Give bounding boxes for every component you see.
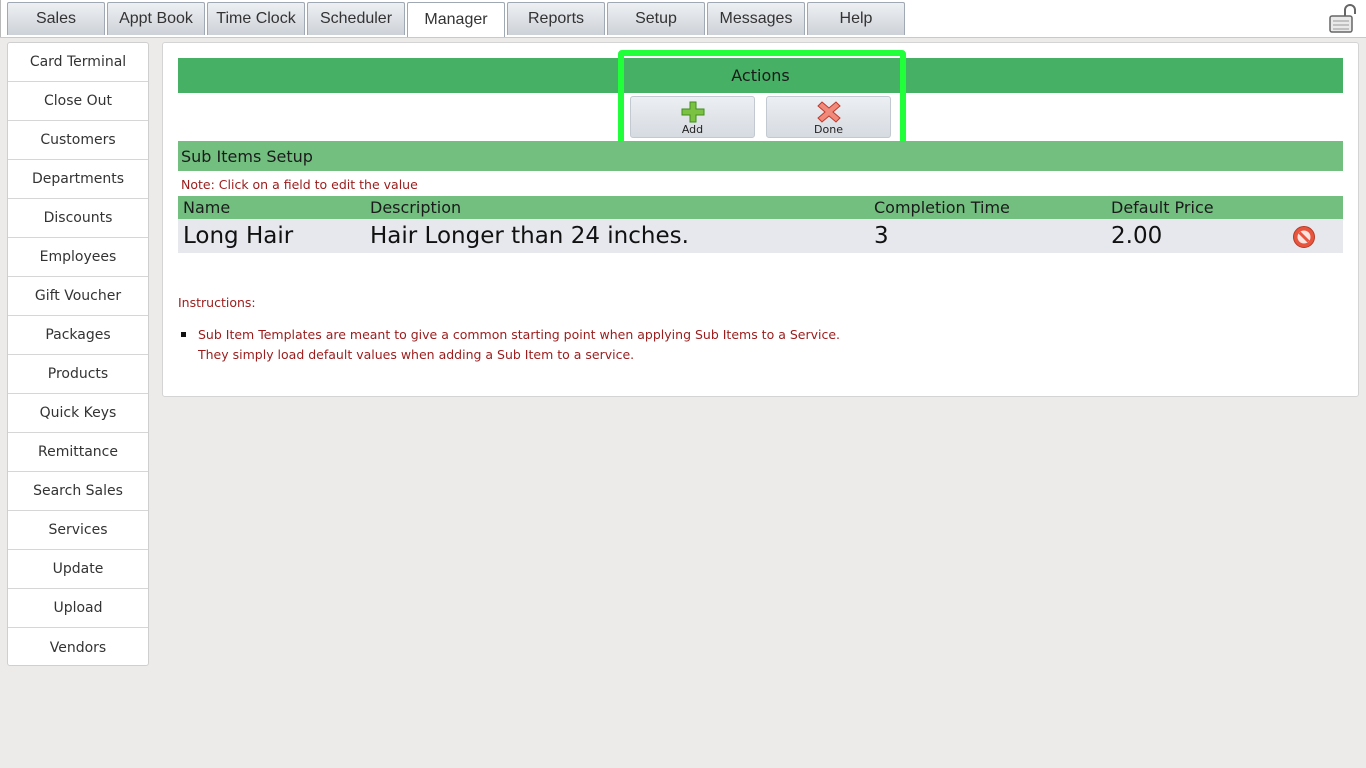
instructions-line-2: They simply load default values when add… — [198, 347, 635, 362]
manager-sidebar: Card Terminal Close Out Customers Depart… — [7, 42, 149, 666]
cell-name[interactable]: Long Hair — [183, 219, 293, 253]
sidebar-item-upload[interactable]: Upload — [8, 589, 148, 628]
header-completion-time: Completion Time — [874, 198, 1010, 217]
edit-note: Note: Click on a field to edit the value — [181, 177, 418, 192]
instructions-line-1: Sub Item Templates are meant to give a c… — [198, 327, 841, 342]
cell-default-price[interactable]: 2.00 — [1111, 219, 1162, 253]
instructions-list: Sub Item Templates are meant to give a c… — [181, 325, 840, 365]
done-button[interactable]: Done — [766, 96, 891, 138]
top-nav-bar: Sales Appt Book Time Clock Scheduler Man… — [0, 0, 1366, 38]
sidebar-item-discounts[interactable]: Discounts — [8, 199, 148, 238]
sidebar-item-quick-keys[interactable]: Quick Keys — [8, 394, 148, 433]
delete-icon[interactable] — [1292, 225, 1316, 249]
header-name: Name — [183, 198, 231, 217]
sidebar-item-close-out[interactable]: Close Out — [8, 82, 148, 121]
tab-sales[interactable]: Sales — [7, 2, 105, 35]
table-header: Name Description Completion Time Default… — [178, 196, 1343, 219]
sidebar-item-packages[interactable]: Packages — [8, 316, 148, 355]
sidebar-item-search-sales[interactable]: Search Sales — [8, 472, 148, 511]
sidebar-item-departments[interactable]: Departments — [8, 160, 148, 199]
unlock-icon[interactable] — [1328, 4, 1358, 34]
close-icon — [816, 101, 841, 123]
instructions-title: Instructions: — [178, 295, 256, 310]
header-default-price: Default Price — [1111, 198, 1214, 217]
tab-appt-book[interactable]: Appt Book — [107, 2, 205, 35]
main-tabs: Sales Appt Book Time Clock Scheduler Man… — [7, 2, 907, 37]
header-description: Description — [370, 198, 462, 217]
tab-scheduler[interactable]: Scheduler — [307, 2, 405, 35]
sidebar-item-services[interactable]: Services — [8, 511, 148, 550]
add-label: Add — [681, 123, 704, 136]
actions-header: Actions — [178, 58, 1343, 93]
tab-messages[interactable]: Messages — [707, 2, 805, 35]
sidebar-item-employees[interactable]: Employees — [8, 238, 148, 277]
sidebar-item-card-terminal[interactable]: Card Terminal — [8, 43, 148, 82]
sidebar-item-vendors[interactable]: Vendors — [8, 628, 148, 665]
sidebar-item-update[interactable]: Update — [8, 550, 148, 589]
sub-items-panel: Actions Add Done Sub Items Setup Note: C… — [162, 42, 1359, 397]
add-button[interactable]: Add — [630, 96, 755, 138]
section-title: Sub Items Setup — [178, 141, 1343, 171]
tab-reports[interactable]: Reports — [507, 2, 605, 35]
nav-left-border — [0, 0, 1, 37]
bullet-marker — [181, 332, 186, 337]
sidebar-item-remittance[interactable]: Remittance — [8, 433, 148, 472]
sidebar-item-customers[interactable]: Customers — [8, 121, 148, 160]
table-row: Long Hair Hair Longer than 24 inches. 3 … — [178, 219, 1343, 253]
sidebar-item-gift-voucher[interactable]: Gift Voucher — [8, 277, 148, 316]
cell-description[interactable]: Hair Longer than 24 inches. — [370, 219, 689, 253]
cell-completion-time[interactable]: 3 — [874, 219, 889, 253]
sidebar-item-products[interactable]: Products — [8, 355, 148, 394]
done-label: Done — [814, 123, 843, 136]
tab-manager[interactable]: Manager — [407, 2, 505, 37]
plus-icon — [681, 101, 704, 123]
tab-time-clock[interactable]: Time Clock — [207, 2, 305, 35]
tab-help[interactable]: Help — [807, 2, 905, 35]
tab-setup[interactable]: Setup — [607, 2, 705, 35]
